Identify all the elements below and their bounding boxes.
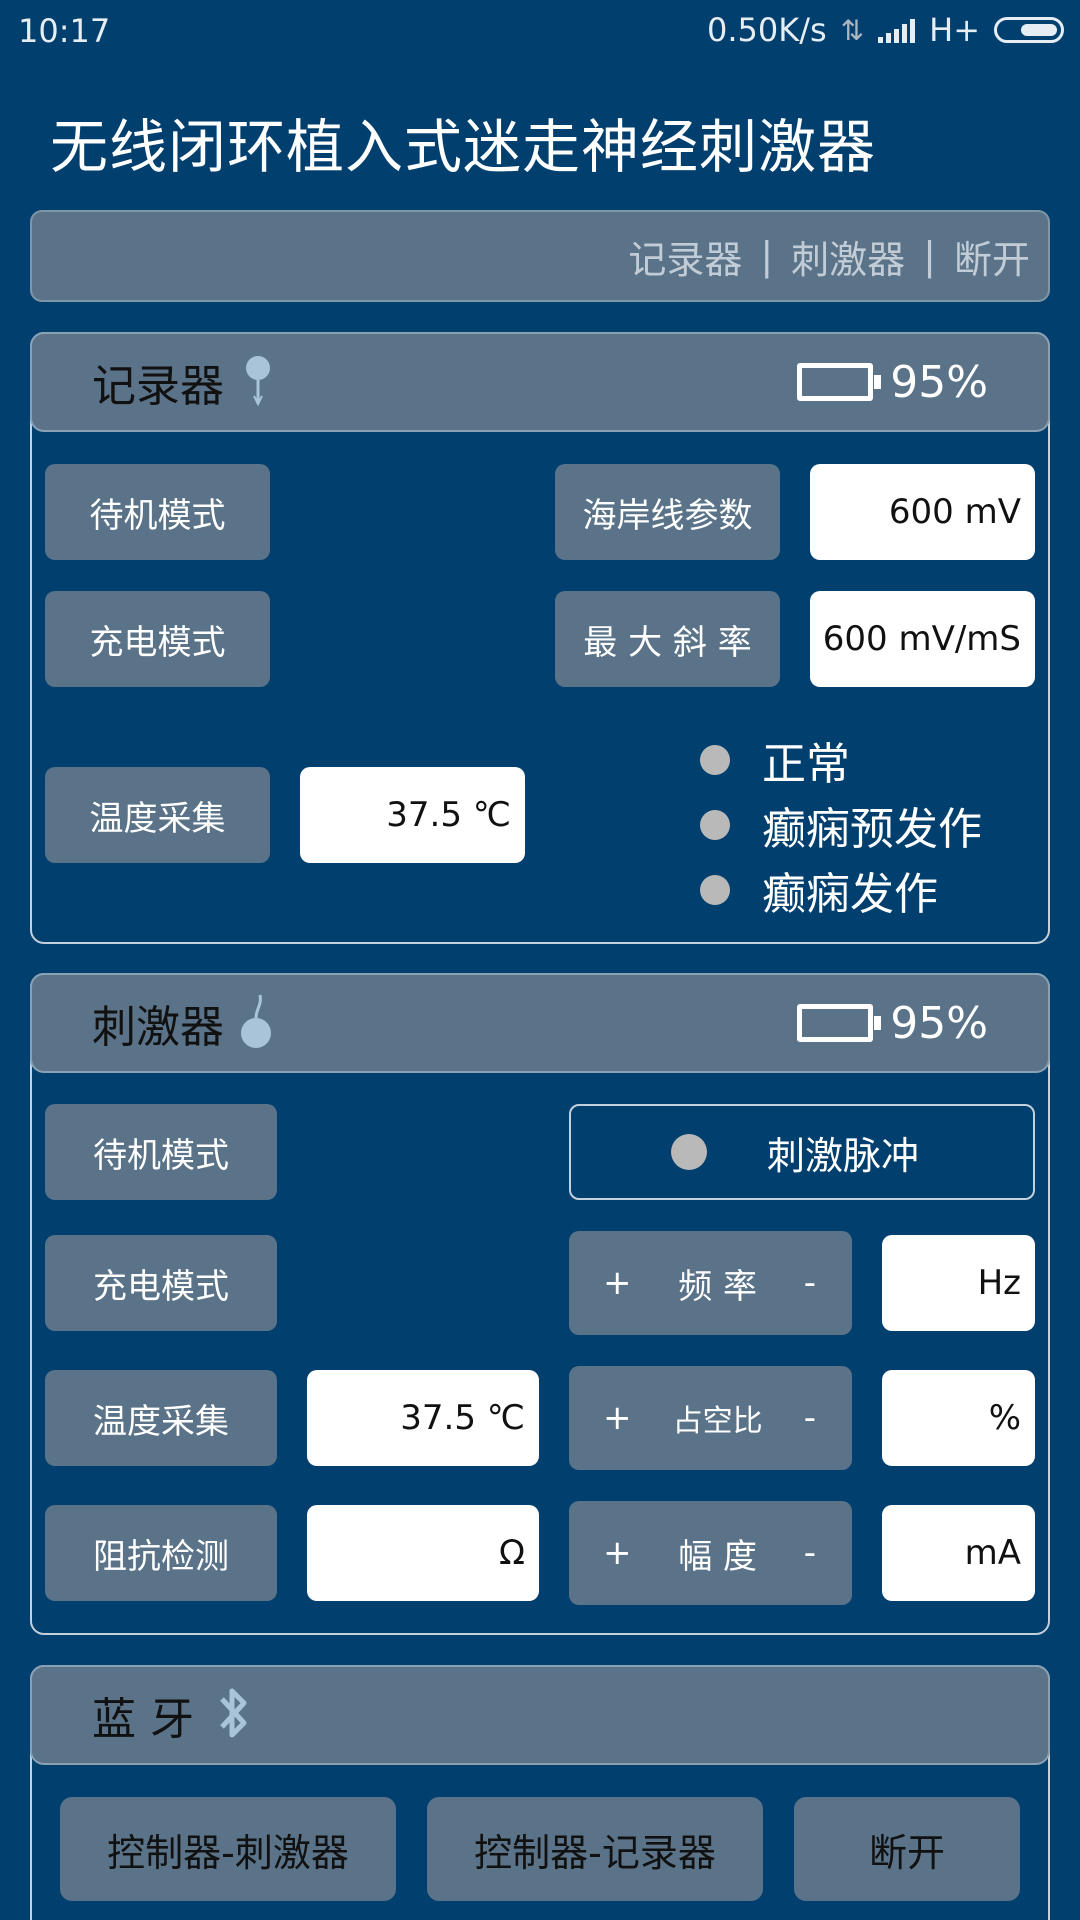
amplitude-label: 幅 度: [678, 1536, 758, 1577]
max-slope-field[interactable]: 600 mV/mS: [810, 591, 1035, 687]
amplitude-control: + 幅 度 -: [569, 1501, 852, 1605]
state-label: 癫痫发作: [762, 869, 938, 920]
recorder-header: 记录器 95%: [30, 332, 1050, 432]
menu-item-recorder[interactable]: 记录器: [628, 229, 742, 284]
impedance-detect-button[interactable]: 阻抗检测: [45, 1505, 277, 1601]
state-label: 正常: [762, 739, 850, 790]
amplitude-field[interactable]: mA: [882, 1505, 1035, 1601]
bluetooth-disconnect-button[interactable]: 断开: [794, 1797, 1020, 1901]
stimulator-title: 刺激器: [92, 1002, 224, 1053]
connect-stimulator-button[interactable]: 控制器-刺激器: [60, 1797, 396, 1901]
bluetooth-title: 蓝 牙: [92, 1694, 194, 1745]
frequency-field[interactable]: Hz: [882, 1235, 1035, 1331]
state-indicator: [700, 810, 730, 840]
pulse-indicator: [671, 1134, 707, 1170]
stimulation-pulse-button[interactable]: 刺激脉冲: [569, 1104, 1035, 1200]
state-indicator: [700, 875, 730, 905]
frequency-plus-button[interactable]: +: [603, 1263, 632, 1303]
recorder-battery-icon: [797, 363, 881, 401]
status-time: 10:17: [18, 12, 111, 50]
duty-cycle-plus-button[interactable]: +: [603, 1398, 632, 1438]
amplitude-plus-button[interactable]: +: [603, 1533, 632, 1573]
duty-cycle-control: + 占空比 -: [569, 1366, 852, 1470]
recorder-title: 记录器: [92, 361, 224, 412]
stimulator-temperature-value: 37.5 ℃: [307, 1370, 539, 1466]
battery-icon: [994, 17, 1064, 43]
recorder-charge-button[interactable]: 充电模式: [45, 591, 270, 687]
signal-icon: [878, 17, 916, 43]
menu-separator: |: [923, 234, 936, 278]
data-arrows-icon: ⇅: [840, 13, 865, 47]
duty-cycle-label: 占空比: [672, 1404, 763, 1439]
bluetooth-icon: [214, 1683, 254, 1747]
app-title: 无线闭环植入式迷走神经刺激器: [50, 113, 877, 181]
recorder-battery-percent: 95%: [890, 356, 988, 408]
recorder-temperature-value: 37.5 ℃: [300, 767, 525, 863]
stimulator-battery-icon: [797, 1004, 881, 1042]
net-speed: 0.50K/s: [706, 11, 827, 49]
frequency-label: 频 率: [678, 1266, 758, 1307]
frequency-control: + 频 率 -: [569, 1231, 852, 1335]
duty-cycle-minus-button[interactable]: -: [804, 1398, 816, 1438]
pulse-label: 刺激脉冲: [767, 1133, 920, 1178]
stimulator-header: 刺激器 95%: [30, 973, 1050, 1073]
recorder-temperature-button[interactable]: 温度采集: [45, 767, 270, 863]
stimulator-device-icon: [240, 991, 276, 1055]
state-label: 癫痫预发作: [762, 804, 982, 855]
state-indicator: [700, 745, 730, 775]
impedance-value: Ω: [307, 1505, 539, 1601]
stimulator-battery-percent: 95%: [890, 997, 988, 1049]
connect-recorder-button[interactable]: 控制器-记录器: [427, 1797, 763, 1901]
coastline-param-button[interactable]: 海岸线参数: [555, 464, 780, 560]
frequency-minus-button[interactable]: -: [804, 1263, 816, 1303]
duty-cycle-field[interactable]: %: [882, 1370, 1035, 1466]
stimulator-temperature-button[interactable]: 温度采集: [45, 1370, 277, 1466]
max-slope-button[interactable]: 最 大 斜 率: [555, 591, 780, 687]
state-seizure: 癫痫发作: [700, 860, 938, 920]
menu-separator: |: [760, 234, 774, 278]
stimulator-standby-button[interactable]: 待机模式: [45, 1104, 277, 1200]
state-normal: 正常: [700, 730, 850, 790]
status-icons: 0.50K/s ⇅ H+: [707, 10, 1064, 50]
stimulator-charge-button[interactable]: 充电模式: [45, 1235, 277, 1331]
menu-item-disconnect[interactable]: 断开: [954, 229, 1030, 284]
bluetooth-header: 蓝 牙: [30, 1665, 1050, 1765]
coastline-param-field[interactable]: 600 mV: [810, 464, 1035, 560]
state-pre-seizure: 癫痫预发作: [700, 795, 982, 855]
amplitude-minus-button[interactable]: -: [804, 1533, 816, 1573]
network-type: H+: [929, 11, 980, 49]
seizure-state-legend: 正常 癫痫预发作 癫痫发作: [700, 730, 1040, 920]
recorder-device-icon: [240, 352, 276, 412]
top-menu-bar: 记录器 | 刺激器 | 断开: [30, 210, 1050, 302]
menu-item-stimulator[interactable]: 刺激器: [791, 229, 905, 284]
recorder-standby-button[interactable]: 待机模式: [45, 464, 270, 560]
